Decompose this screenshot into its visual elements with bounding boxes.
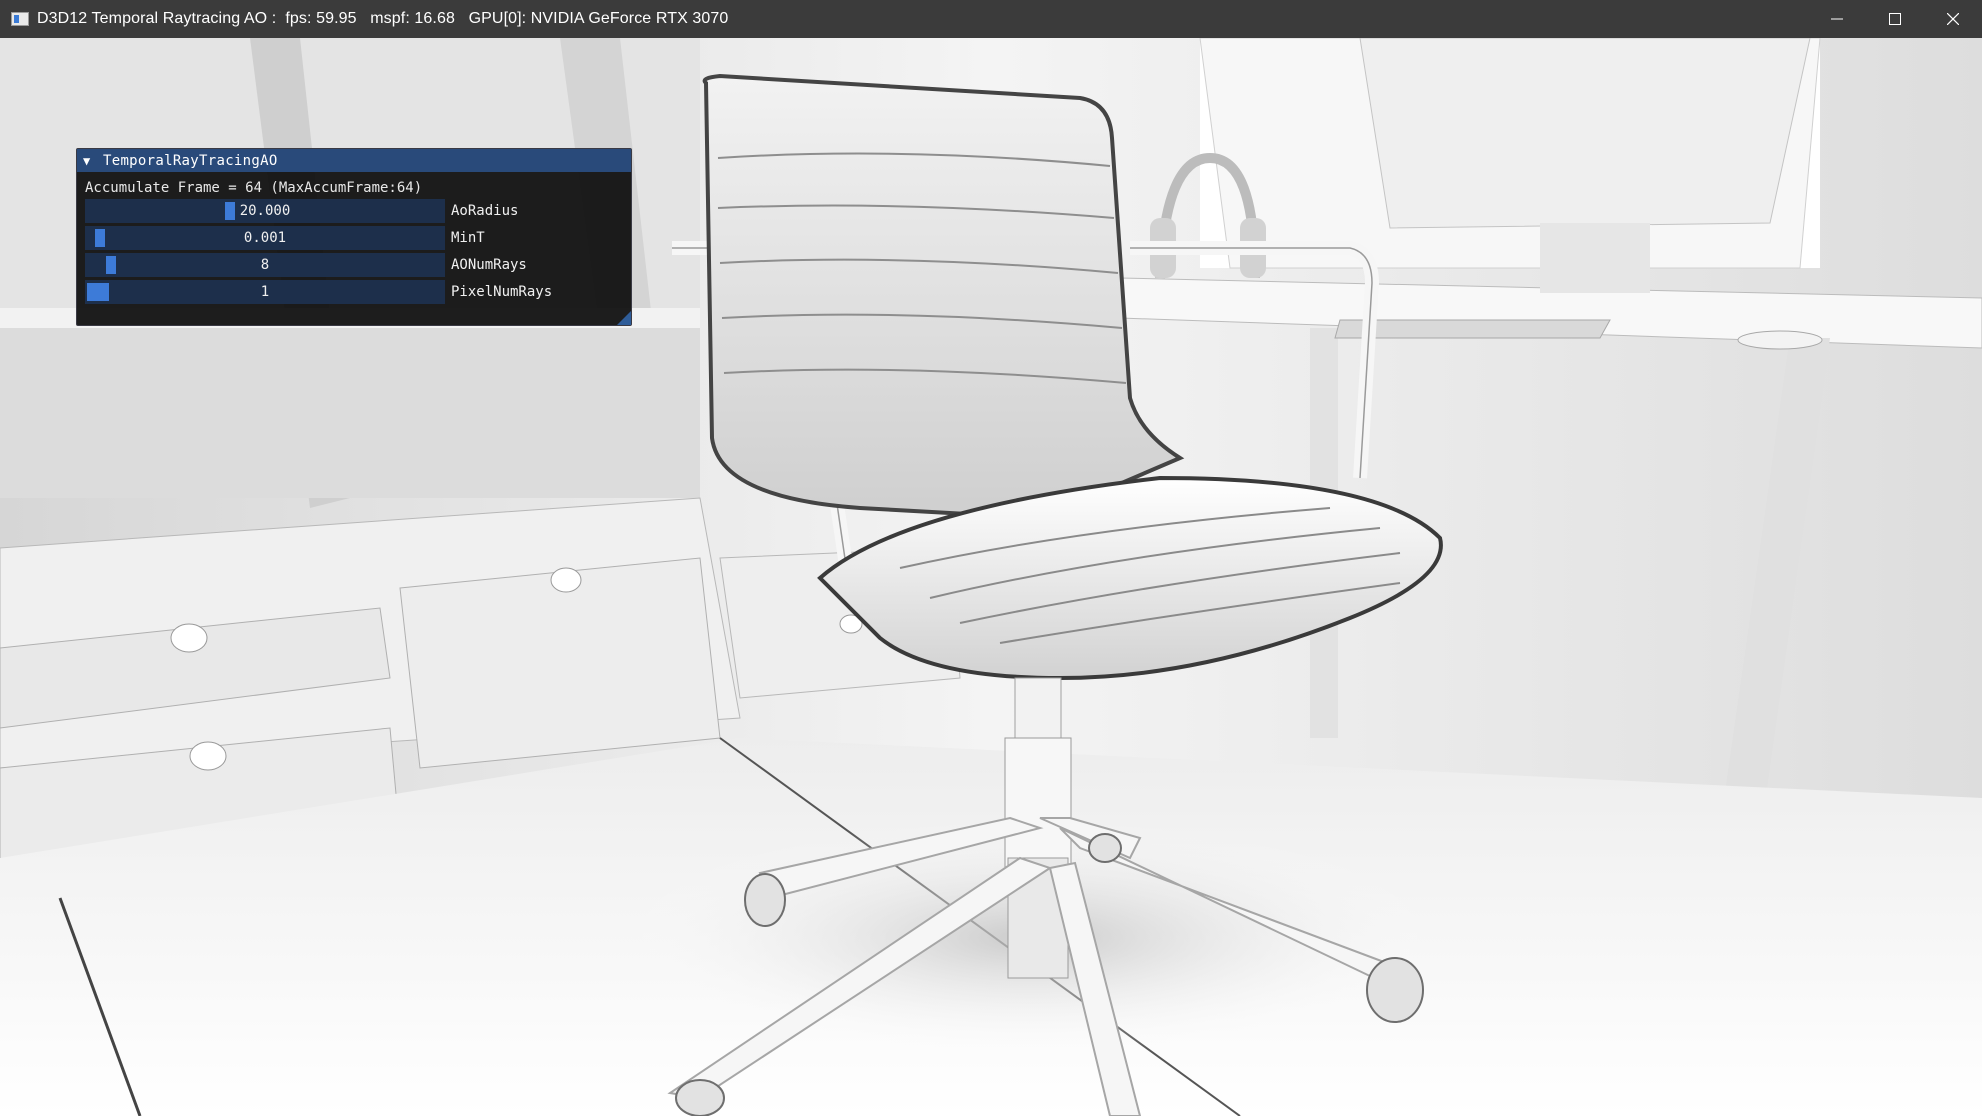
panel-title: TemporalRayTracingAO [103,152,278,169]
panel-title-bar[interactable]: ▼ TemporalRayTracingAO [77,149,631,172]
slider-value: 1 [260,284,270,300]
slider-row-aonumrays: 8 AONumRays [85,253,623,277]
render-viewport[interactable]: ▼ TemporalRayTracingAO Accumulate Frame … [0,38,1982,1116]
slider-row-pixelnumrays: 1 PixelNumRays [85,280,623,304]
maximize-icon [1889,13,1901,25]
resize-grip-icon[interactable] [617,311,631,325]
aoradius-slider[interactable]: 20.000 [85,199,445,223]
slider-label: PixelNumRays [451,284,553,300]
window-title: D3D12 Temporal Raytracing AO : fps: 59.9… [37,10,729,27]
minimize-button[interactable] [1808,0,1866,38]
app-window: D3D12 Temporal Raytracing AO : fps: 59.9… [0,0,1982,1116]
triangle-down-icon[interactable]: ▼ [83,154,97,168]
title-bar[interactable]: D3D12 Temporal Raytracing AO : fps: 59.9… [0,0,1982,38]
slider-label: AoRadius [451,203,519,219]
panel-body: Accumulate Frame = 64 (MaxAccumFrame:64)… [77,172,631,304]
slider-value: 20.000 [239,203,291,219]
slider-row-mint: 0.001 MinT [85,226,623,250]
maximize-button[interactable] [1866,0,1924,38]
aonumrays-slider[interactable]: 8 [85,253,445,277]
slider-label: MinT [451,230,485,246]
slider-row-aoradius: 20.000 AoRadius [85,199,623,223]
caption-buttons [1808,0,1982,38]
accumulate-frame-text: Accumulate Frame = 64 (MaxAccumFrame:64) [85,180,423,196]
pixelnumrays-slider[interactable]: 1 [85,280,445,304]
slider-value: 0.001 [243,230,287,246]
slider-label: AONumRays [451,257,527,273]
imgui-settings-panel[interactable]: ▼ TemporalRayTracingAO Accumulate Frame … [76,148,632,326]
mint-slider[interactable]: 0.001 [85,226,445,250]
close-icon [1947,13,1959,25]
app-window-icon [11,12,29,26]
minimize-icon [1831,18,1843,20]
slider-value: 8 [260,257,270,273]
close-button[interactable] [1924,0,1982,38]
